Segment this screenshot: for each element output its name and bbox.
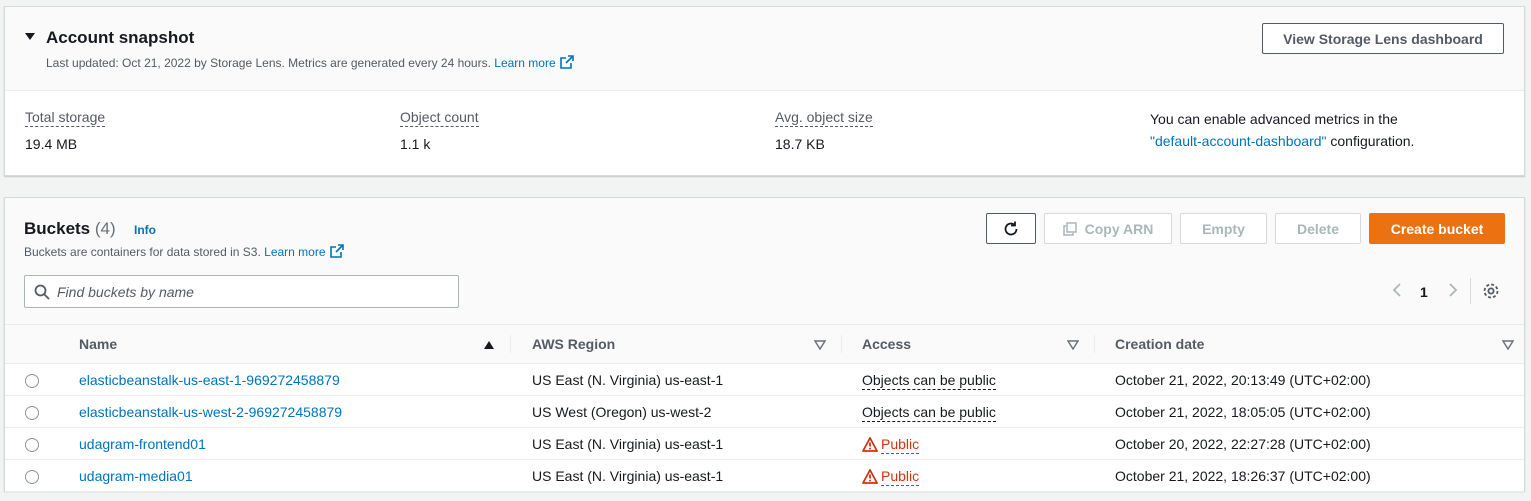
row-radio-button[interactable]	[25, 469, 39, 484]
buckets-table: Name AWS Region Access Creation date ela…	[5, 324, 1524, 492]
column-header-access[interactable]: Access	[842, 325, 1095, 364]
bucket-name-link[interactable]: udagram-media01	[79, 468, 193, 484]
bucket-access-cell: Public	[842, 460, 1095, 492]
collapse-caret-icon[interactable]	[25, 33, 35, 40]
table-row[interactable]: udagram-media01 US East (N. Virginia) us…	[5, 460, 1524, 492]
bucket-search-field[interactable]	[24, 275, 459, 308]
table-row[interactable]: elasticbeanstalk-us-west-2-969272458879 …	[5, 396, 1524, 428]
snapshot-learn-more-link[interactable]: Learn more	[494, 55, 574, 70]
create-bucket-button[interactable]: Create bucket	[1369, 213, 1505, 244]
warning-icon	[862, 468, 878, 484]
bucket-name-link[interactable]: elasticbeanstalk-us-east-1-969272458879	[79, 372, 340, 388]
metric-label[interactable]: Total storage	[25, 109, 106, 127]
account-snapshot-title[interactable]: Account snapshot	[46, 28, 194, 48]
row-select-cell	[5, 428, 60, 460]
row-select-cell	[5, 460, 60, 492]
select-column-header	[5, 325, 60, 364]
bucket-name-cell: udagram-frontend01	[60, 428, 511, 460]
buckets-panel: Buckets (4) Info Buckets are containers …	[4, 197, 1525, 492]
bucket-creation-date: October 20, 2022, 22:27:28 (UTC+02:00)	[1115, 435, 1371, 452]
table-row[interactable]: elasticbeanstalk-us-east-1-969272458879 …	[5, 364, 1524, 396]
metric-total-storage: Total storage 19.4 MB	[25, 109, 106, 152]
delete-button[interactable]: Delete	[1275, 213, 1361, 244]
row-radio-button[interactable]	[25, 405, 39, 420]
bucket-creation-date: October 21, 2022, 20:13:49 (UTC+02:00)	[1115, 371, 1371, 388]
pager-divider	[1470, 278, 1471, 304]
warning-icon	[862, 436, 878, 452]
bucket-name-cell: elasticbeanstalk-us-west-2-969272458879	[60, 396, 511, 428]
buckets-count: (4)	[94, 219, 116, 238]
bucket-region: US East (N. Virginia) us-east-1	[532, 435, 724, 452]
bucket-name-cell: udagram-media01	[60, 460, 511, 492]
buckets-header: Buckets (4) Info Buckets are containers …	[5, 198, 1524, 324]
bucket-access-cell: Public	[842, 428, 1095, 460]
advanced-metrics-suffix: configuration.	[1330, 133, 1415, 149]
default-account-dashboard-link[interactable]: "default-account-dashboard"	[1150, 133, 1327, 149]
next-page-icon[interactable]	[1446, 282, 1460, 298]
metric-value: 1.1 k	[400, 136, 431, 152]
gear-icon[interactable]	[1482, 282, 1500, 300]
metric-object-count: Object count 1.1 k	[400, 109, 479, 152]
row-select-cell	[5, 396, 60, 428]
external-link-icon	[559, 55, 574, 69]
last-updated-text: Last updated: Oct 21, 2022 by Storage Le…	[46, 56, 491, 70]
account-snapshot-subtitle: Last updated: Oct 21, 2022 by Storage Le…	[46, 55, 574, 70]
bucket-name-link[interactable]: udagram-frontend01	[79, 436, 206, 452]
buckets-title: Buckets (4)	[24, 219, 116, 238]
access-objects-public[interactable]: Objects can be public	[862, 403, 996, 422]
metric-value: 18.7 KB	[775, 136, 825, 152]
copy-arn-button[interactable]: Copy ARN	[1044, 213, 1172, 244]
account-snapshot-header: Account snapshot Last updated: Oct 21, 2…	[5, 7, 1524, 91]
buckets-info-link[interactable]: Info	[134, 223, 156, 237]
bucket-region: US East (N. Virginia) us-east-1	[532, 371, 724, 388]
refresh-icon	[1004, 221, 1018, 235]
view-storage-lens-dashboard-button[interactable]: View Storage Lens dashboard	[1262, 23, 1504, 54]
access-public: Public	[862, 467, 920, 486]
empty-button[interactable]: Empty	[1180, 213, 1267, 244]
bucket-name-link[interactable]: elasticbeanstalk-us-west-2-969272458879	[79, 404, 342, 420]
metric-label[interactable]: Avg. object size	[775, 109, 873, 127]
sort-icon[interactable]	[1067, 340, 1079, 350]
row-radio-button[interactable]	[25, 373, 39, 388]
sort-icon[interactable]	[814, 340, 826, 350]
bucket-access-cell: Objects can be public	[842, 396, 1095, 428]
column-header-creation-date[interactable]: Creation date	[1095, 325, 1524, 364]
buckets-subtitle: Buckets are containers for data stored i…	[24, 244, 344, 259]
bucket-region: US East (N. Virginia) us-east-1	[532, 467, 724, 484]
search-icon	[34, 284, 50, 300]
access-objects-public[interactable]: Objects can be public	[862, 371, 996, 390]
current-page-number[interactable]: 1	[1420, 284, 1428, 300]
bucket-region: US West (Oregon) us-west-2	[532, 403, 712, 420]
advanced-metrics-note: You can enable advanced metrics in the "…	[1150, 108, 1450, 152]
column-header-name[interactable]: Name	[60, 325, 511, 364]
sort-ascending-icon[interactable]	[483, 340, 495, 350]
refresh-button[interactable]	[986, 213, 1036, 244]
buckets-learn-more-link[interactable]: Learn more	[264, 244, 344, 259]
table-row[interactable]: udagram-frontend01 US East (N. Virginia)…	[5, 428, 1524, 460]
external-link-icon	[329, 244, 344, 258]
previous-page-icon[interactable]	[1390, 282, 1404, 298]
metric-avg-object-size: Avg. object size 18.7 KB	[775, 109, 873, 152]
bucket-creation-date: October 21, 2022, 18:26:37 (UTC+02:00)	[1115, 467, 1371, 484]
bucket-creation-date: October 21, 2022, 18:05:05 (UTC+02:00)	[1115, 403, 1371, 420]
table-header-row: Name AWS Region Access Creation date	[5, 324, 1524, 364]
row-select-cell	[5, 364, 60, 396]
column-header-region[interactable]: AWS Region	[511, 325, 842, 364]
bucket-access-cell: Objects can be public	[842, 364, 1095, 396]
search-input[interactable]	[57, 282, 447, 302]
metric-label[interactable]: Object count	[400, 109, 479, 127]
account-snapshot-panel: Account snapshot Last updated: Oct 21, 2…	[4, 6, 1525, 176]
access-public: Public	[862, 435, 920, 454]
copy-icon	[1062, 221, 1077, 236]
metric-value: 19.4 MB	[25, 136, 78, 152]
sort-icon[interactable]	[1502, 340, 1514, 350]
advanced-metrics-prefix: You can enable advanced metrics in the	[1150, 111, 1398, 127]
bucket-name-cell: elasticbeanstalk-us-east-1-969272458879	[60, 364, 511, 396]
row-radio-button[interactable]	[25, 437, 39, 452]
